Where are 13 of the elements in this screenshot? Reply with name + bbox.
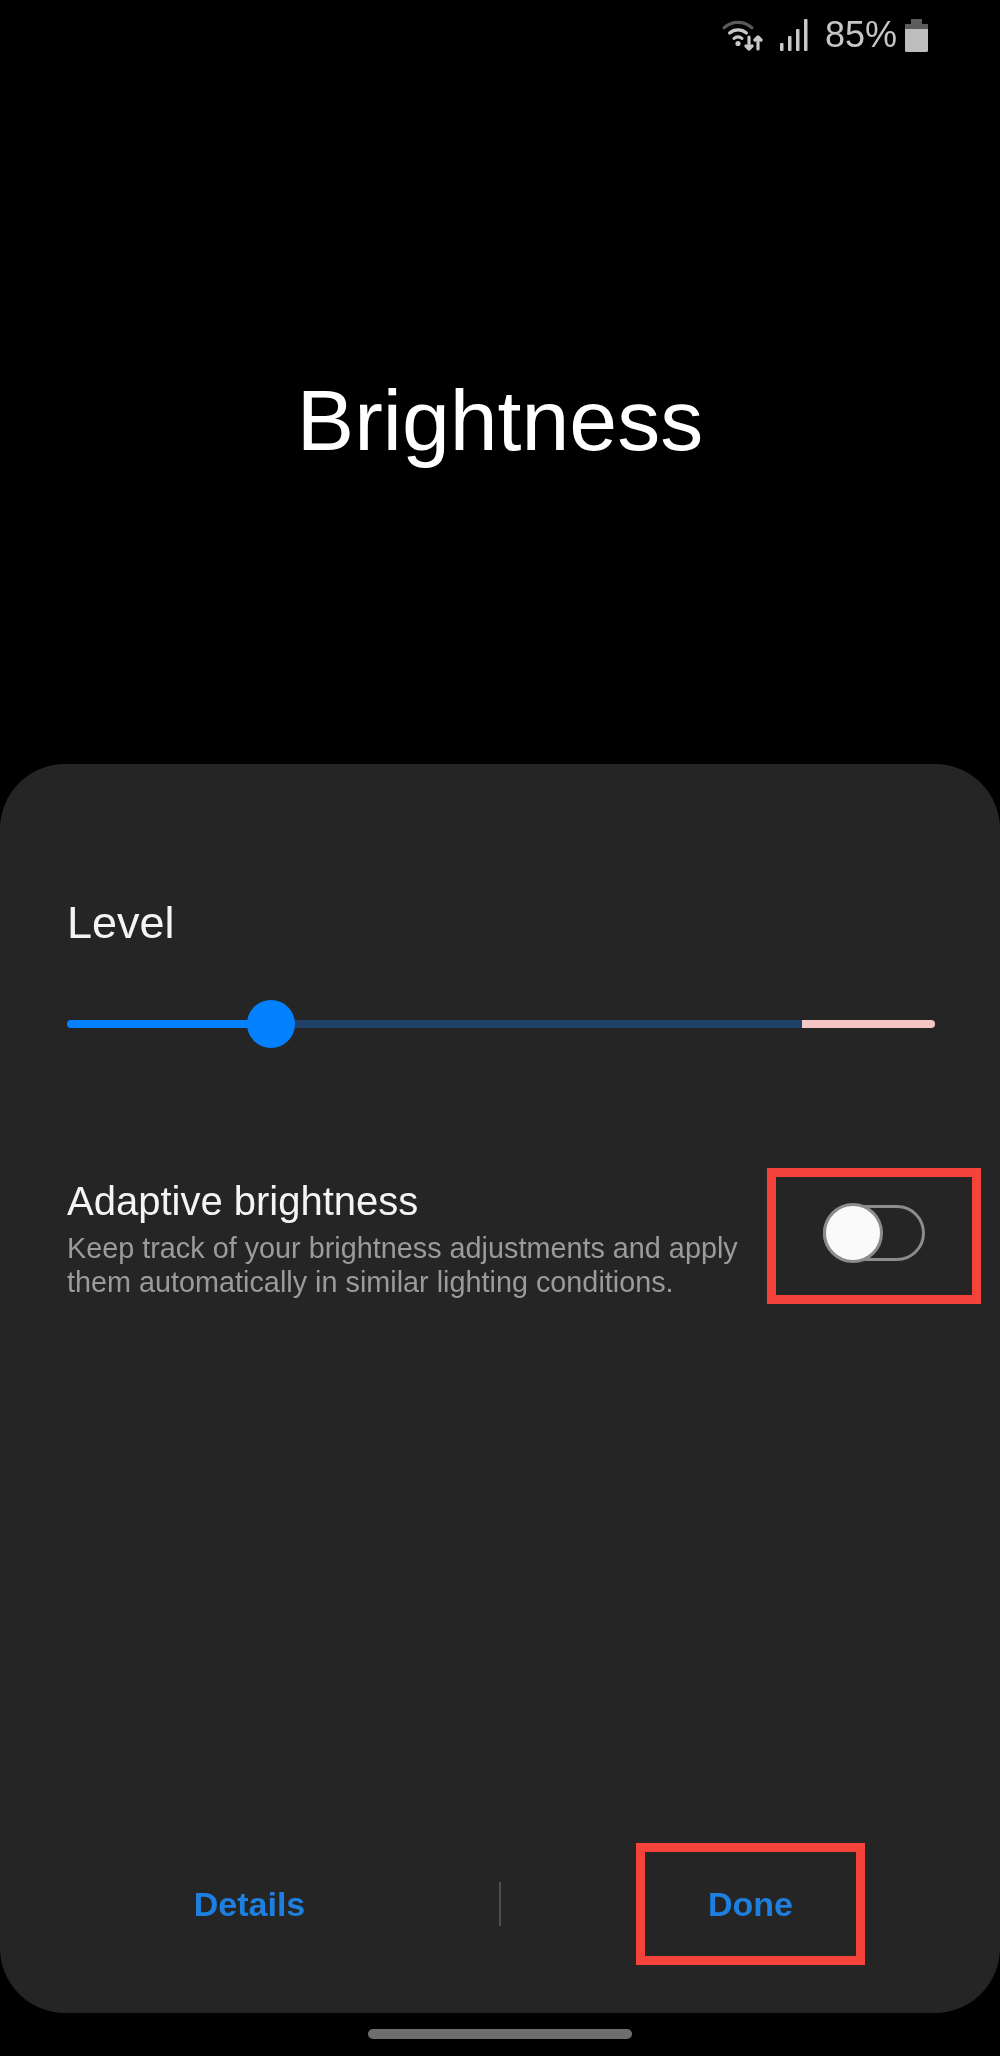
wifi-icon xyxy=(720,19,763,51)
setting-title: Adaptive brightness xyxy=(67,1179,420,1223)
screen-title: Brightness xyxy=(296,371,704,470)
slider-thumb[interactable] xyxy=(246,1000,295,1048)
text-button[interactable]: Done xyxy=(688,1873,813,1935)
battery-icon xyxy=(905,18,928,52)
slider-track[interactable] xyxy=(67,1000,935,1048)
setting-description: Keep track of your brightness adjustments and apply them automatically in similar lighting conditions. xyxy=(67,1231,739,1299)
adaptive-brightness-toggle[interactable] xyxy=(823,1203,925,1263)
level-label: Level xyxy=(67,900,176,945)
text-button[interactable]: Details xyxy=(173,1873,326,1935)
battery-percentage: 85% xyxy=(824,14,897,56)
signal-icon xyxy=(779,19,808,51)
